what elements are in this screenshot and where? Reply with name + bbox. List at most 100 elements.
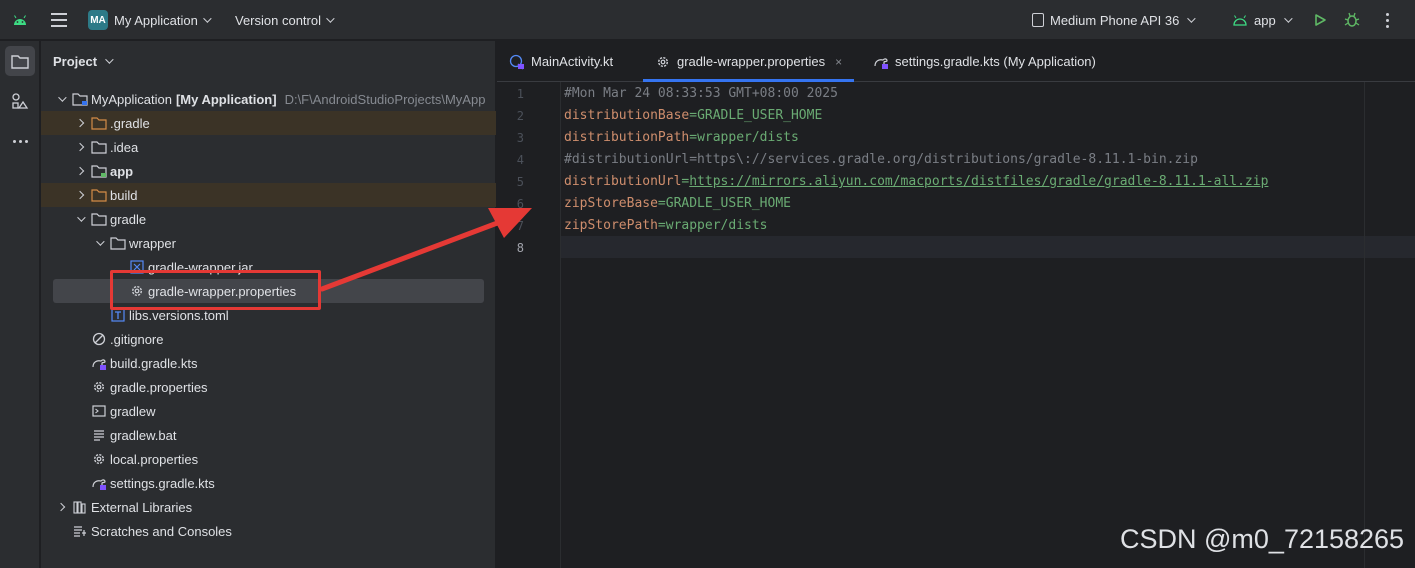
tree-item-dot-gradle[interactable]: .gradle — [41, 111, 496, 135]
chevron-down-icon[interactable] — [94, 236, 104, 250]
tree-item-build[interactable]: build — [41, 183, 496, 207]
excluded-folder-icon — [91, 116, 107, 130]
folder-icon — [110, 236, 126, 250]
tree-item-label: .gitignore — [110, 331, 164, 347]
property-key: distributionPath — [564, 130, 690, 145]
code-line: distributionBase=GRADLE_USER_HOME — [564, 105, 822, 127]
project-tool-button[interactable] — [5, 46, 35, 76]
property-key: zipStoreBase — [564, 196, 658, 211]
tree-item-settings-gradle-kts[interactable]: settings.gradle.kts — [41, 471, 496, 495]
current-line-highlight — [561, 236, 1415, 258]
tree-item-gradle[interactable]: gradle — [41, 207, 496, 231]
tree-item-local-properties[interactable]: local.properties — [41, 447, 496, 471]
module-folder-icon — [72, 92, 88, 106]
text-file-icon — [91, 428, 107, 442]
version-control-label: Version control — [235, 12, 321, 28]
tree-item-wrapper[interactable]: wrapper — [41, 231, 496, 255]
gear-icon — [91, 380, 107, 394]
line-number: 4 — [516, 153, 524, 167]
line-number-gutter[interactable]: 1 2 3 4 5 6 7 8 — [497, 82, 561, 568]
chevron-right-icon[interactable] — [75, 188, 85, 202]
tab-main-activity[interactable]: MainActivity.kt — [509, 41, 613, 82]
device-selector[interactable]: Medium Phone API 36 — [1032, 0, 1197, 40]
tree-item-gradlew-bat[interactable]: gradlew.bat — [41, 423, 496, 447]
chevron-down-icon — [202, 14, 212, 23]
tree-item-external-libraries[interactable]: External Libraries — [41, 495, 496, 519]
tree-item-label: gradle.properties — [110, 379, 208, 395]
folder-icon — [91, 140, 107, 154]
tree-item-path: D:\F\AndroidStudioProjects\MyApp — [284, 91, 486, 107]
chevron-right-icon[interactable] — [75, 116, 85, 130]
tree-item-label: gradle — [110, 211, 147, 227]
gradle-icon — [91, 476, 107, 490]
project-name: My Application — [114, 12, 198, 28]
line-number: 3 — [516, 131, 524, 145]
comment-text: #distributionUrl=https\://services.gradl… — [564, 152, 1198, 167]
tree-item-scratches[interactable]: Scratches and Consoles — [41, 519, 496, 543]
library-icon — [72, 500, 88, 514]
tree-item-label: gradlew.bat — [110, 427, 177, 443]
property-value: GRADLE_USER_HOME — [665, 196, 791, 211]
tool-window-strip — [0, 41, 40, 568]
editor-tab-bar: MainActivity.kt gradle-wrapper.propertie… — [497, 41, 1415, 82]
code-line: zipStorePath=wrapper/dists — [564, 215, 768, 237]
more-actions-icon[interactable] — [1380, 0, 1394, 40]
gear-icon — [91, 452, 107, 466]
android-icon[interactable] — [12, 0, 30, 40]
line-number: 7 — [516, 219, 524, 233]
project-badge[interactable]: MA — [88, 10, 108, 30]
tab-label: MainActivity.kt — [531, 54, 614, 69]
tree-item-gradle-properties[interactable]: gradle.properties — [41, 375, 496, 399]
watermark-text: CSDN @m0_72158265 — [1120, 524, 1405, 554]
gradle-icon — [873, 55, 889, 69]
chevron-down-icon[interactable] — [56, 92, 66, 106]
main-menu-icon[interactable] — [50, 0, 68, 40]
tree-item-label: MyApplication — [91, 91, 172, 107]
project-selector[interactable]: My Application — [114, 0, 212, 40]
chevron-down-icon — [1283, 14, 1293, 23]
equals-sign: = — [689, 130, 698, 145]
line-number: 2 — [516, 109, 524, 123]
chevron-right-icon[interactable] — [56, 500, 66, 514]
version-control-menu[interactable]: Version control — [235, 0, 335, 40]
property-key: zipStorePath — [564, 218, 658, 233]
folder-icon — [91, 212, 107, 226]
device-label: Medium Phone API 36 — [1050, 12, 1180, 28]
tree-item-gradlew[interactable]: gradlew — [41, 399, 496, 423]
tab-gradle-wrapper-properties[interactable]: gradle-wrapper.properties × — [643, 41, 855, 82]
bug-icon — [1344, 12, 1360, 27]
tree-item-label: app — [110, 163, 134, 179]
right-margin-guide — [1364, 82, 1365, 568]
chevron-down-icon — [105, 55, 114, 64]
play-icon — [1315, 14, 1326, 26]
tree-item-label: .idea — [110, 139, 139, 155]
chevron-right-icon[interactable] — [75, 164, 85, 178]
terminal-file-icon — [91, 404, 107, 418]
tree-item-root[interactable]: MyApplication [My Application] D:\F\Andr… — [41, 87, 496, 111]
tree-item-app[interactable]: app — [41, 159, 496, 183]
equals-sign: = — [657, 196, 666, 211]
tree-item-module-name: [My Application] — [175, 91, 277, 107]
tree-item-label: local.properties — [110, 451, 199, 467]
run-config-selector[interactable]: app — [1232, 0, 1293, 40]
structure-tool-button[interactable] — [5, 86, 35, 116]
chevron-right-icon[interactable] — [75, 140, 85, 154]
code-line: zipStoreBase=GRADLE_USER_HOME — [564, 193, 791, 215]
tree-item-idea[interactable]: .idea — [41, 135, 496, 159]
tab-settings-gradle-kts[interactable]: settings.gradle.kts (My Application) — [873, 41, 1096, 82]
project-view-selector[interactable]: Project — [53, 51, 114, 71]
tree-item-gitignore[interactable]: .gitignore — [41, 327, 496, 351]
run-button[interactable] — [1313, 0, 1329, 40]
chevron-down-icon[interactable] — [75, 212, 85, 226]
comment-text: #Mon Mar 24 08:33:53 GMT+08:00 2025 — [564, 86, 838, 101]
property-value: wrapper/dists — [665, 218, 768, 233]
tree-item-build-gradle-kts[interactable]: build.gradle.kts — [41, 351, 496, 375]
line-number: 5 — [516, 175, 524, 189]
code-line: #distributionUrl=https\://services.gradl… — [564, 149, 1198, 171]
highlight-annotation-box — [110, 270, 321, 310]
more-tool-windows-icon[interactable] — [5, 126, 35, 156]
tree-item-label: build — [110, 187, 138, 203]
close-icon[interactable]: × — [835, 55, 842, 69]
property-value-url-link[interactable]: https://mirrors.aliyun.com/macports/dist… — [689, 174, 1268, 189]
debug-button[interactable] — [1344, 0, 1362, 40]
